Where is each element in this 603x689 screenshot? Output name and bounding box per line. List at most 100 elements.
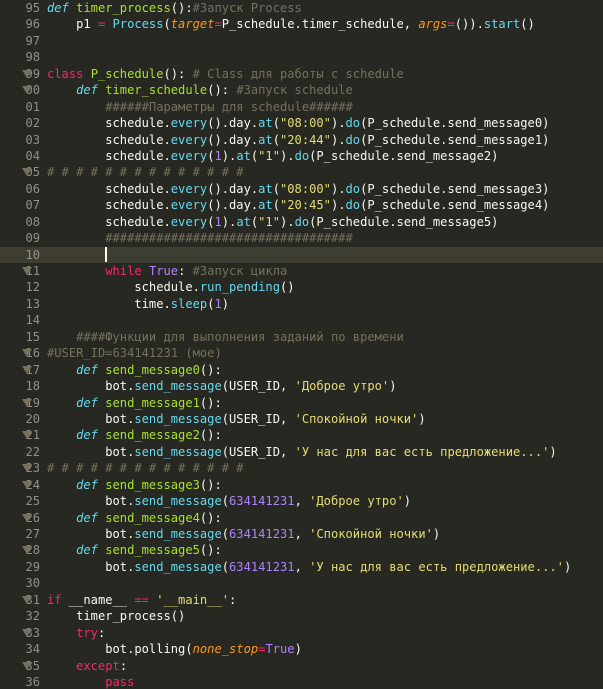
line-code: bot.polling(none_stop=True): [47, 641, 302, 657]
code-line[interactable]: 98: [0, 49, 603, 65]
fold-arrow-icon[interactable]: [22, 365, 32, 374]
code-line[interactable]: 01 ######Параметры для schedule######: [0, 99, 603, 115]
line-number: 03: [25, 132, 40, 147]
code-token-txt: (P_schedule.send_message4): [360, 198, 550, 213]
code-line[interactable]: 00 def timer_schedule(): #Запуск schedul…: [0, 82, 603, 98]
code-line[interactable]: 33 try:: [0, 625, 603, 641]
line-code: def send_message5():: [47, 542, 222, 558]
code-line[interactable]: 22 bot.send_message(USER_ID, 'У нас для …: [0, 444, 603, 460]
code-token-num: 634141231: [229, 494, 295, 509]
fold-arrow-icon[interactable]: [22, 661, 32, 670]
code-line[interactable]: 31 if __name__ == '__main__':: [0, 592, 603, 608]
line-number-gutter: 21: [0, 427, 40, 443]
line-number-gutter: 98: [0, 49, 40, 65]
code-token-txt: (: [221, 494, 230, 509]
code-line[interactable]: 12 schedule.run_pending(): [0, 279, 603, 295]
code-line[interactable]: 03 schedule.every().day.at("20:44").do(P…: [0, 132, 603, 148]
code-line[interactable]: 23 # # # # # # # # # # # # # #: [0, 460, 603, 476]
code-line[interactable]: 10: [0, 246, 603, 263]
code-token-param: args: [418, 17, 448, 32]
fold-arrow-icon[interactable]: [22, 69, 32, 78]
code-token-txt: ():: [207, 83, 237, 98]
code-token-fn: timer_schedule: [105, 83, 208, 98]
code-line[interactable]: 18 bot.send_message(USER_ID, 'Доброе утр…: [0, 378, 603, 394]
code-token-def: def: [76, 395, 98, 410]
code-line[interactable]: 11 while True: #Запуск цикла: [0, 263, 603, 279]
code-line[interactable]: 95 def timer_process():#Запуск Process: [0, 0, 603, 16]
fold-arrow-icon[interactable]: [22, 480, 32, 489]
code-line[interactable]: 14: [0, 312, 603, 328]
fold-arrow-icon[interactable]: [22, 349, 32, 358]
code-token-fn: send_message1: [105, 395, 200, 410]
code-token-cls: send_message: [134, 379, 222, 394]
code-line[interactable]: 27 bot.send_message(634141231, 'Спокойно…: [0, 526, 603, 542]
line-code: schedule.every(1).at("1").do(P_schedule.…: [47, 214, 498, 230]
code-line[interactable]: 05 # # # # # # # # # # # # # #: [0, 164, 603, 180]
code-line[interactable]: 02 schedule.every().day.at("08:00").do(P…: [0, 115, 603, 131]
code-line[interactable]: 34 bot.polling(none_stop=True): [0, 641, 603, 657]
line-number-gutter: 02: [0, 115, 40, 131]
code-line[interactable]: 29 bot.send_message(634141231, 'У нас дл…: [0, 559, 603, 575]
code-token-txt: (: [272, 198, 280, 213]
code-token-kw: =: [447, 17, 455, 32]
fold-arrow-icon[interactable]: [22, 595, 32, 604]
code-token-txt: ,: [294, 527, 310, 541]
code-token-cm: # # # # # # # # # # # # # #: [47, 165, 244, 180]
code-token-cls: every: [170, 148, 208, 163]
code-line[interactable]: 16 #USER_ID=634141231 (мое): [0, 345, 603, 361]
fold-arrow-icon[interactable]: [22, 168, 32, 177]
line-code: # # # # # # # # # # # # # #: [47, 460, 244, 476]
fold-arrow-icon[interactable]: [22, 398, 32, 407]
code-line[interactable]: 30: [0, 575, 603, 591]
code-editor[interactable]: 95 def timer_process():#Запуск Process 96 …: [0, 0, 603, 689]
code-line[interactable]: 19 def send_message1():: [0, 395, 603, 411]
code-line[interactable]: 07 schedule.every().day.at("20:45").do(P…: [0, 197, 603, 213]
code-line[interactable]: 08 schedule.every(1).at("1").do(P_schedu…: [0, 214, 603, 230]
line-code: schedule.every().day.at("08:00").do(P_sc…: [47, 181, 549, 197]
code-token-str: "08:00": [280, 116, 331, 131]
fold-arrow-icon[interactable]: [22, 513, 32, 522]
code-token-txt: ():: [199, 543, 222, 558]
code-line[interactable]: 15 ####Функции для выполнения заданий по…: [0, 329, 603, 345]
line-code: try:: [47, 625, 105, 641]
code-line[interactable]: 26 def send_message4():: [0, 510, 603, 526]
code-line[interactable]: 36 pass: [0, 674, 603, 689]
line-code: if __name__ == '__main__':: [47, 592, 236, 608]
code-line[interactable]: 97: [0, 33, 603, 49]
code-line[interactable]: 99 class P_schedule(): # Class для работы…: [0, 66, 603, 82]
fold-arrow-icon[interactable]: [22, 86, 32, 95]
line-code: def send_message0():: [47, 362, 222, 378]
line-code: # # # # # # # # # # # # # #: [47, 164, 244, 180]
code-line[interactable]: 09 ##################################: [0, 230, 603, 246]
code-token-txt: :: [97, 625, 106, 640]
code-line[interactable]: 20 bot.send_message(USER_ID, 'Спокойной …: [0, 411, 603, 427]
line-number-gutter: 32: [0, 608, 40, 624]
code-line[interactable]: 24 def send_message3():: [0, 477, 603, 493]
code-line[interactable]: 32 timer_process(): [0, 608, 603, 624]
code-line[interactable]: 35 except:: [0, 658, 603, 674]
code-line[interactable]: 25 bot.send_message(634141231, 'Доброе у…: [0, 493, 603, 509]
fold-arrow-icon[interactable]: [22, 464, 32, 473]
code-token-txt: ():: [163, 66, 193, 81]
code-token-txt: ():: [199, 510, 222, 525]
code-token-cls: do: [345, 181, 361, 196]
fold-arrow-icon[interactable]: [22, 431, 32, 440]
code-line[interactable]: 04 schedule.every(1).at("1").do(P_schedu…: [0, 148, 603, 164]
code-token-def: def: [76, 83, 98, 98]
code-line[interactable]: 06 schedule.every().day.at("08:00").do(P…: [0, 181, 603, 197]
fold-arrow-icon[interactable]: [22, 628, 32, 637]
code-line[interactable]: 28 def send_message5():: [0, 542, 603, 558]
code-line[interactable]: 21 def send_message2():: [0, 427, 603, 443]
line-number-gutter: 00: [0, 82, 40, 98]
code-token-str: '__main__': [156, 592, 230, 607]
code-line[interactable]: 17 def send_message0():: [0, 362, 603, 378]
fold-arrow-icon[interactable]: [22, 546, 32, 555]
code-line[interactable]: 96 p1 = Process(target=P_schedule.timer_…: [0, 16, 603, 32]
fold-arrow-icon[interactable]: [22, 267, 32, 275]
code-line[interactable]: 13 time.sleep(1): [0, 296, 603, 312]
code-token-txt: schedule.: [47, 181, 171, 196]
code-token-param: none_stop: [192, 642, 259, 657]
